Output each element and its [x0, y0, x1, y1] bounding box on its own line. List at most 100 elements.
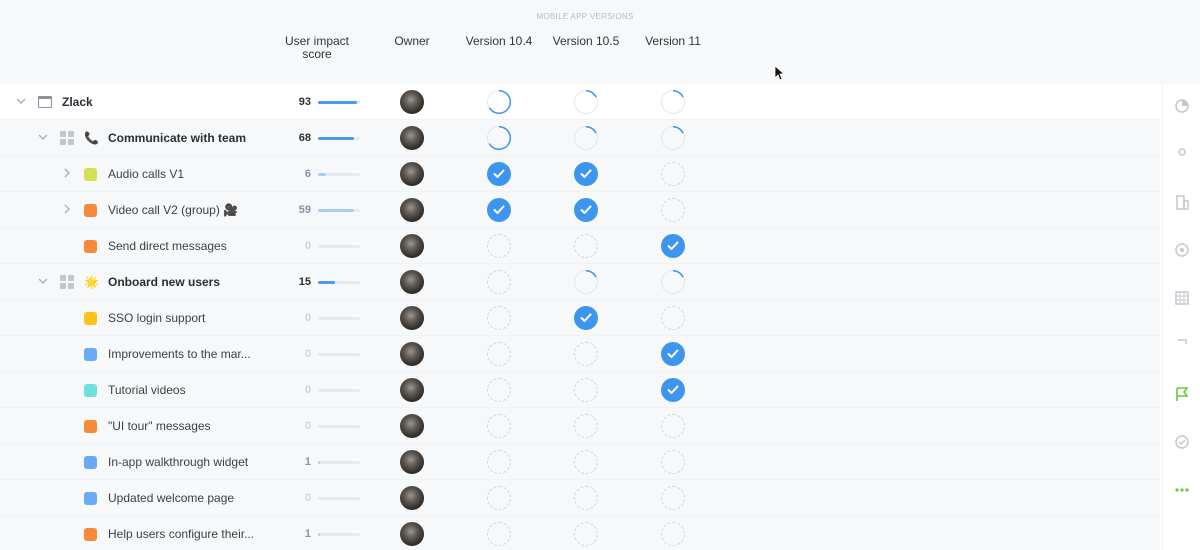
- version-status-done[interactable]: [661, 378, 685, 402]
- table-row[interactable]: 🌟 Onboard new users 15: [0, 264, 1160, 300]
- column-header-version-10-4[interactable]: Version 10.4: [458, 35, 540, 48]
- version-status-progress[interactable]: [574, 269, 598, 294]
- version-status-progress[interactable]: [574, 125, 598, 150]
- owner-avatar[interactable]: [400, 90, 424, 114]
- drag-grid-icon[interactable]: [60, 275, 74, 289]
- version-status-done[interactable]: [574, 306, 598, 330]
- version-status-done[interactable]: [661, 342, 685, 366]
- version-status-empty[interactable]: [487, 378, 511, 402]
- version-status-empty[interactable]: [661, 162, 685, 186]
- table-row[interactable]: SSO login support 0: [0, 300, 1160, 336]
- owner-avatar[interactable]: [400, 162, 424, 186]
- owner-avatar[interactable]: [400, 486, 424, 510]
- version-status-done[interactable]: [574, 162, 598, 186]
- version-status-empty[interactable]: [661, 414, 685, 438]
- version-status-empty[interactable]: [487, 234, 511, 258]
- version-status-empty[interactable]: [487, 342, 511, 366]
- version-status-empty[interactable]: [661, 522, 685, 546]
- chevron-right-icon[interactable]: [62, 168, 72, 178]
- column-header-version-11[interactable]: Version 11: [632, 35, 714, 48]
- rail-target-button[interactable]: [1163, 228, 1200, 272]
- table-row[interactable]: Video call V2 (group) 🎥 59: [0, 192, 1160, 228]
- version-status-empty[interactable]: [574, 378, 598, 402]
- row-title-cell[interactable]: Zlack: [38, 84, 93, 120]
- column-header-version-10-5[interactable]: Version 10.5: [545, 35, 627, 48]
- table-row[interactable]: "UI tour" messages 0: [0, 408, 1160, 444]
- version-status-empty[interactable]: [487, 306, 511, 330]
- table-row[interactable]: 📞 Communicate with team 68: [0, 120, 1160, 156]
- version-status-empty[interactable]: [487, 486, 511, 510]
- version-status-empty[interactable]: [487, 270, 511, 294]
- owner-avatar[interactable]: [400, 414, 424, 438]
- table-row[interactable]: Zlack 93: [0, 84, 1160, 120]
- owner-avatar[interactable]: [400, 198, 424, 222]
- rail-more-button[interactable]: [1163, 468, 1200, 512]
- row-title-cell[interactable]: Video call V2 (group) 🎥: [84, 192, 238, 228]
- version-status-empty[interactable]: [661, 450, 685, 474]
- owner-avatar[interactable]: [400, 270, 424, 294]
- version-status-done[interactable]: [661, 234, 685, 258]
- chevron-down-icon[interactable]: [16, 96, 26, 106]
- owner-avatar[interactable]: [400, 378, 424, 402]
- owner-avatar[interactable]: [400, 126, 424, 150]
- table-row[interactable]: Audio calls V1 6: [0, 156, 1160, 192]
- version-status-progress[interactable]: [661, 89, 685, 114]
- rail-table-button[interactable]: [1163, 276, 1200, 320]
- rail-building-button[interactable]: [1163, 180, 1200, 224]
- table-row[interactable]: Help users configure their... 1: [0, 516, 1160, 550]
- row-title-cell[interactable]: Improvements to the mar...: [84, 336, 251, 372]
- table-row[interactable]: Send direct messages 0: [0, 228, 1160, 264]
- version-status-progress[interactable]: [574, 89, 598, 114]
- version-status-progress[interactable]: [661, 269, 685, 294]
- column-header-impact[interactable]: User impact score: [272, 35, 362, 61]
- rail-pie-chart-button[interactable]: [1163, 84, 1200, 128]
- row-title-cell[interactable]: SSO login support: [84, 300, 205, 336]
- version-status-empty[interactable]: [574, 486, 598, 510]
- row-title-cell[interactable]: Tutorial videos: [84, 372, 186, 408]
- rail-trophy-button[interactable]: [1163, 324, 1200, 368]
- row-title-cell[interactable]: Updated welcome page: [84, 480, 234, 516]
- column-header-owner[interactable]: Owner: [372, 35, 452, 48]
- chevron-down-icon[interactable]: [38, 276, 48, 286]
- version-status-empty[interactable]: [487, 450, 511, 474]
- version-status-empty[interactable]: [487, 414, 511, 438]
- version-status-progress[interactable]: [661, 125, 685, 150]
- version-status-empty[interactable]: [574, 234, 598, 258]
- drag-grid-icon[interactable]: [60, 131, 74, 145]
- rail-user-button[interactable]: [1163, 132, 1200, 176]
- chevron-down-icon[interactable]: [38, 132, 48, 142]
- version-status-done[interactable]: [574, 198, 598, 222]
- version-status-empty[interactable]: [661, 306, 685, 330]
- version-status-empty[interactable]: [574, 450, 598, 474]
- version-status-empty[interactable]: [574, 342, 598, 366]
- row-title-cell[interactable]: Audio calls V1: [84, 156, 184, 192]
- row-title-cell[interactable]: 📞 Communicate with team: [60, 120, 246, 156]
- version-status-empty[interactable]: [661, 198, 685, 222]
- row-title-cell[interactable]: In-app walkthrough widget: [84, 444, 248, 480]
- row-title-cell[interactable]: 🌟 Onboard new users: [60, 264, 220, 300]
- row-title-cell[interactable]: "UI tour" messages: [84, 408, 211, 444]
- owner-avatar[interactable]: [400, 342, 424, 366]
- owner-avatar[interactable]: [400, 450, 424, 474]
- version-status-done[interactable]: [487, 198, 511, 222]
- version-status-empty[interactable]: [661, 486, 685, 510]
- version-status-progress[interactable]: [487, 89, 511, 114]
- version-status-empty[interactable]: [574, 414, 598, 438]
- chevron-right-icon[interactable]: [62, 204, 72, 214]
- version-status-done[interactable]: [487, 162, 511, 186]
- version-status-empty[interactable]: [487, 522, 511, 546]
- version-status-empty[interactable]: [574, 522, 598, 546]
- table-row[interactable]: Improvements to the mar... 0: [0, 336, 1160, 372]
- rail-check-circle-button[interactable]: [1163, 420, 1200, 464]
- owner-avatar[interactable]: [400, 306, 424, 330]
- impact-bar: [318, 281, 360, 284]
- table-row[interactable]: In-app walkthrough widget 1: [0, 444, 1160, 480]
- row-title-cell[interactable]: Help users configure their...: [84, 516, 254, 550]
- table-row[interactable]: Updated welcome page 0: [0, 480, 1160, 516]
- owner-avatar[interactable]: [400, 522, 424, 546]
- owner-avatar[interactable]: [400, 234, 424, 258]
- table-row[interactable]: Tutorial videos 0: [0, 372, 1160, 408]
- rail-flag-button[interactable]: [1163, 372, 1200, 416]
- version-status-progress[interactable]: [487, 125, 511, 150]
- row-title-cell[interactable]: Send direct messages: [84, 228, 227, 264]
